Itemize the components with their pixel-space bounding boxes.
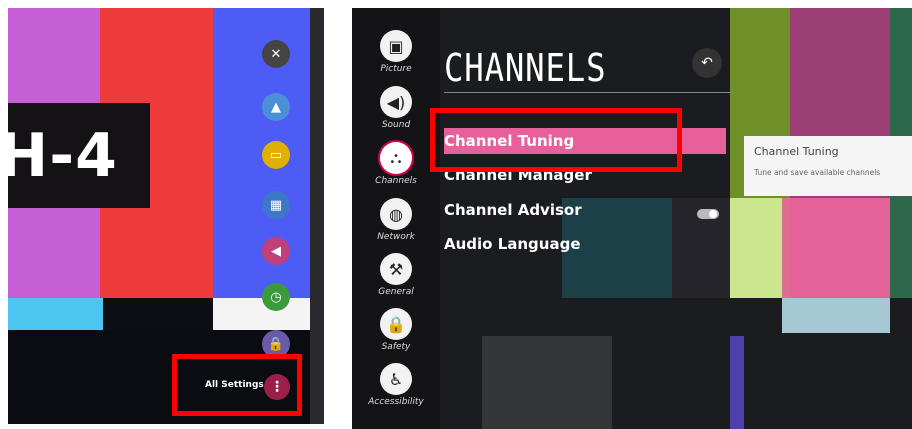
sidebar-item-label: Accessibility (368, 397, 424, 407)
sound-button[interactable]: ◀ (262, 237, 290, 265)
sidebar-item-network[interactable]: ◍ Network (352, 198, 440, 242)
sidebar-item-safety[interactable]: 🔒 Safety (352, 308, 440, 352)
sidebar-item-label: Safety (381, 342, 411, 352)
color-bar (730, 198, 782, 298)
channel-number: H-4 (8, 120, 118, 191)
ratio-button[interactable]: ▭ (262, 141, 290, 169)
sidebar-item-label: Sound (381, 120, 411, 130)
color-bar (782, 198, 890, 298)
color-bar (482, 336, 612, 429)
annotation-highlight-box (172, 354, 302, 416)
picture-icon: ▲ (271, 99, 281, 115)
lock-icon: 🔒 (380, 308, 412, 340)
color-bar (730, 336, 744, 429)
wrench-icon: ⚒ (380, 253, 412, 285)
close-button[interactable]: ✕ (262, 40, 290, 68)
globe-icon: ◍ (380, 198, 412, 230)
tooltip: Channel Tuning Tune and save available c… (744, 136, 912, 196)
channel-advisor-toggle[interactable] (697, 209, 719, 219)
annotation-highlight-box (430, 108, 682, 172)
speaker-icon: ◀ (271, 243, 281, 259)
aspect-ratio-icon: ▭ (269, 147, 283, 163)
sidebar-item-accessibility[interactable]: ♿ Accessibility (352, 363, 440, 407)
grid-icon: ▦ (269, 197, 283, 213)
title-divider (444, 92, 734, 93)
timer-button[interactable]: ◷ (262, 283, 290, 311)
sidebar-item-label: Network (377, 232, 415, 242)
sidebar-item-label: General (378, 287, 414, 297)
menu-item-audio-language[interactable]: Audio Language (444, 235, 581, 253)
menu-item-label: Audio Language (444, 235, 581, 253)
accessibility-icon: ♿ (380, 363, 412, 395)
picture-mode-button[interactable]: ▲ (262, 93, 290, 121)
menu-item-channel-advisor[interactable]: Channel Advisor (444, 201, 582, 219)
channel-overlay: H-4 (8, 103, 150, 208)
sidebar-item-general[interactable]: ⚒ General (352, 253, 440, 297)
color-bar (103, 298, 213, 330)
back-icon: ↶ (701, 55, 713, 71)
tv-screen-quick-settings: H-4 ✕ ▲ ▭ ▦ ◀ ◷ 🔒 All Settings ⋮ (8, 8, 324, 424)
back-button[interactable]: ↶ (692, 48, 722, 78)
sidebar-item-sound[interactable]: ◀) Sound (352, 86, 440, 130)
tooltip-title: Channel Tuning (754, 145, 839, 158)
page-title: CHANNELS (444, 46, 607, 90)
lock-icon: 🔒 (267, 336, 285, 352)
picture-icon: ▣ (380, 30, 412, 62)
settings-sidebar: ▣ Picture ◀) Sound ⛬ Channels ◍ Network ⚒ General… (352, 8, 440, 429)
speaker-icon: ◀) (380, 86, 412, 118)
tooltip-description: Tune and save available channels (754, 168, 881, 177)
menu-item-label: Channel Advisor (444, 201, 582, 219)
sidebar-item-label: Channels (375, 176, 417, 186)
clock-icon: ◷ (270, 289, 282, 305)
close-icon: ✕ (270, 46, 282, 62)
satellite-dish-icon: ⛬ (380, 142, 412, 174)
tv-bezel (310, 8, 324, 424)
tv-settings-channels: ▣ Picture ◀) Sound ⛬ Channels ◍ Network ⚒ General… (352, 8, 912, 429)
sidebar-item-picture[interactable]: ▣ Picture (352, 30, 440, 74)
color-bar (213, 298, 310, 330)
color-bar (782, 298, 890, 333)
grid-button[interactable]: ▦ (262, 191, 290, 219)
sidebar-item-channels[interactable]: ⛬ Channels (352, 142, 440, 186)
color-bar (8, 298, 103, 330)
sidebar-item-label: Picture (380, 64, 412, 74)
